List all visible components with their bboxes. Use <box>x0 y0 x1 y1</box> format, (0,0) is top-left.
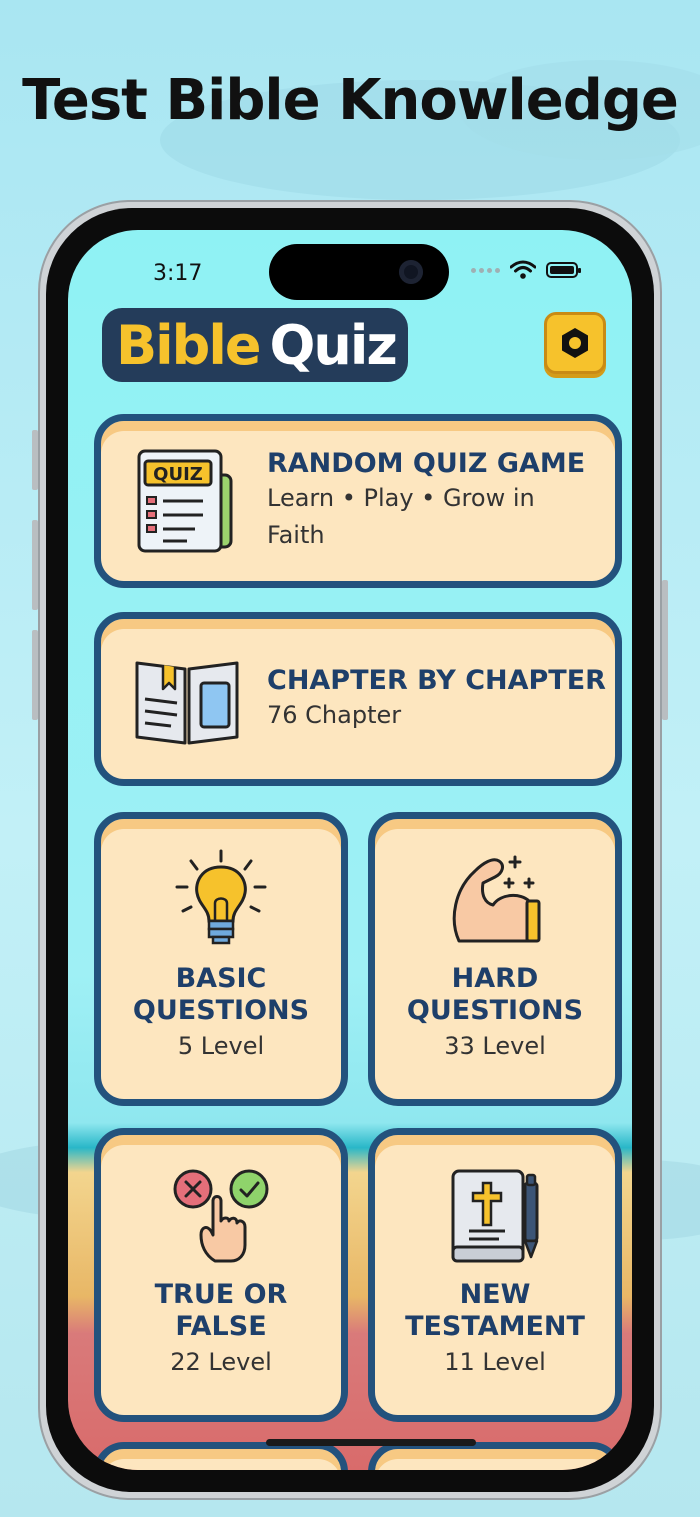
true-or-false-title: TRUE OR FALSE <box>154 1279 288 1342</box>
gear-icon <box>562 328 588 358</box>
partial-card-right[interactable] <box>368 1442 622 1470</box>
hard-questions-level: 33 Level <box>444 1032 546 1060</box>
new-testament-title: NEW TESTAMENT <box>405 1279 585 1342</box>
chapter-title: CHAPTER BY CHAPTER <box>267 664 606 696</box>
quiz-icon: QUIZ <box>137 449 233 553</box>
status-icons <box>471 260 581 280</box>
chapter-subtitle: 76 Chapter <box>267 700 402 729</box>
true-or-false-card[interactable]: TRUE OR FALSE 22 Level <box>94 1128 348 1422</box>
bible-cross-icon <box>451 1169 539 1263</box>
cellular-signal-icon <box>471 267 500 273</box>
hard-questions-title: HARD QUESTIONS <box>406 963 584 1026</box>
hard-questions-card[interactable]: HARD QUESTIONS 33 Level <box>368 812 622 1106</box>
headline: Test Bible Knowledge <box>22 68 679 133</box>
random-quiz-title: RANDOM QUIZ GAME <box>267 448 586 479</box>
true-or-false-level: 22 Level <box>170 1348 272 1376</box>
random-quiz-card[interactable]: QUIZ RANDOM QUIZ GAME Learn • Play • Gro… <box>94 414 622 588</box>
basic-questions-level: 5 Level <box>177 1032 265 1060</box>
chapter-by-chapter-card[interactable]: CHAPTER BY CHAPTER 76 Chapter <box>94 612 622 786</box>
app-logo: Bible Quiz <box>102 308 408 382</box>
dynamic-island <box>269 244 449 300</box>
basic-questions-title: BASIC QUESTIONS <box>132 963 310 1026</box>
open-book-icon <box>135 661 239 745</box>
true-false-icon <box>173 1169 269 1263</box>
home-indicator[interactable] <box>266 1439 476 1446</box>
app-screen: 3:17 Bible Quiz QUIZ RANDOM QUIZ GAME Le… <box>68 230 632 1470</box>
svg-text:QUIZ: QUIZ <box>153 464 203 485</box>
lightbulb-icon <box>175 849 267 945</box>
basic-questions-card[interactable]: BASIC QUESTIONS 5 Level <box>94 812 348 1106</box>
new-testament-level: 11 Level <box>444 1348 546 1376</box>
partial-card-left[interactable] <box>94 1442 348 1470</box>
logo-word-bible: Bible <box>116 313 261 377</box>
logo-word-quiz: Quiz <box>269 313 397 377</box>
battery-icon <box>546 262 581 278</box>
settings-button[interactable] <box>544 312 606 374</box>
muscle-icon <box>452 855 541 943</box>
phone-frame: 3:17 Bible Quiz QUIZ RANDOM QUIZ GAME Le… <box>32 200 668 1500</box>
status-time: 3:17 <box>153 261 203 286</box>
new-testament-card[interactable]: NEW TESTAMENT 11 Level <box>368 1128 622 1422</box>
wifi-icon <box>510 260 536 279</box>
random-quiz-subtitle: Learn • Play • Grow in Faith <box>267 484 535 549</box>
